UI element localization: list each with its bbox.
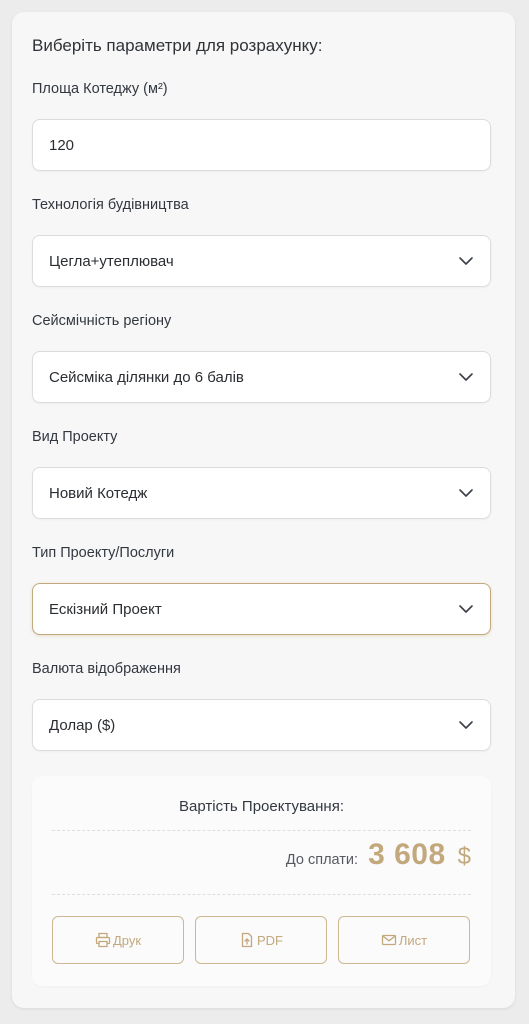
print-button[interactable]: Друк [52,916,184,964]
chevron-down-icon [459,257,473,265]
print-button-label: Друк [112,932,142,948]
currency-label: Валюта відображення [32,661,181,677]
chevron-down-icon [459,605,473,613]
technology-select[interactable]: Цегла+утеплювач [32,235,491,287]
file-upload-icon [241,932,253,948]
result-panel: Вартість Проектування: До сплати: 3 608 … [32,776,491,986]
chevron-down-icon [459,489,473,497]
technology-label: Технологія будівництва [32,197,189,213]
project-type-select[interactable]: Ескізний Проект [32,583,491,635]
project-kind-select-value: Новий Котедж [49,484,148,502]
printer-icon [95,932,111,948]
seismic-select[interactable]: Сейсміка ділянки до 6 балів [32,351,491,403]
result-title: Вартість Проектування: [179,798,344,815]
form-heading: Виберіть параметри для розрахунку: [32,36,323,55]
divider [52,894,471,895]
pay-label: До сплати: [285,852,359,868]
area-label: Площа Котеджу (м²) [32,81,168,97]
currency-select-value: Долар ($) [49,716,116,734]
mail-button-label: Лист [398,932,428,948]
chevron-down-icon [459,373,473,381]
chevron-down-icon [459,721,473,729]
envelope-icon [381,934,397,946]
technology-select-value: Цегла+утеплювач [49,252,174,270]
seismic-select-value: Сейсміка ділянки до 6 балів [49,368,244,386]
divider [52,830,471,831]
currency-symbol: $ [457,843,471,870]
mail-button[interactable]: Лист [338,916,470,964]
pdf-button-label: PDF [257,932,283,948]
total-amount: 3 608 [368,838,446,871]
seismic-label: Сейсмічність регіону [32,313,172,329]
pdf-button[interactable]: PDF [195,916,327,964]
calculator-card: Виберіть параметри для розрахунку: Площа… [12,12,515,1008]
currency-select[interactable]: Долар ($) [32,699,491,751]
total-row: До сплати: 3 608 $ [286,838,471,872]
project-type-select-value: Ескізний Проект [49,600,162,618]
area-input-value: 120 [49,136,75,154]
area-input[interactable]: 120 [32,119,491,171]
project-kind-select[interactable]: Новий Котедж [32,467,491,519]
project-type-label: Тип Проекту/Послуги [32,545,175,561]
project-kind-label: Вид Проекту [32,429,118,445]
